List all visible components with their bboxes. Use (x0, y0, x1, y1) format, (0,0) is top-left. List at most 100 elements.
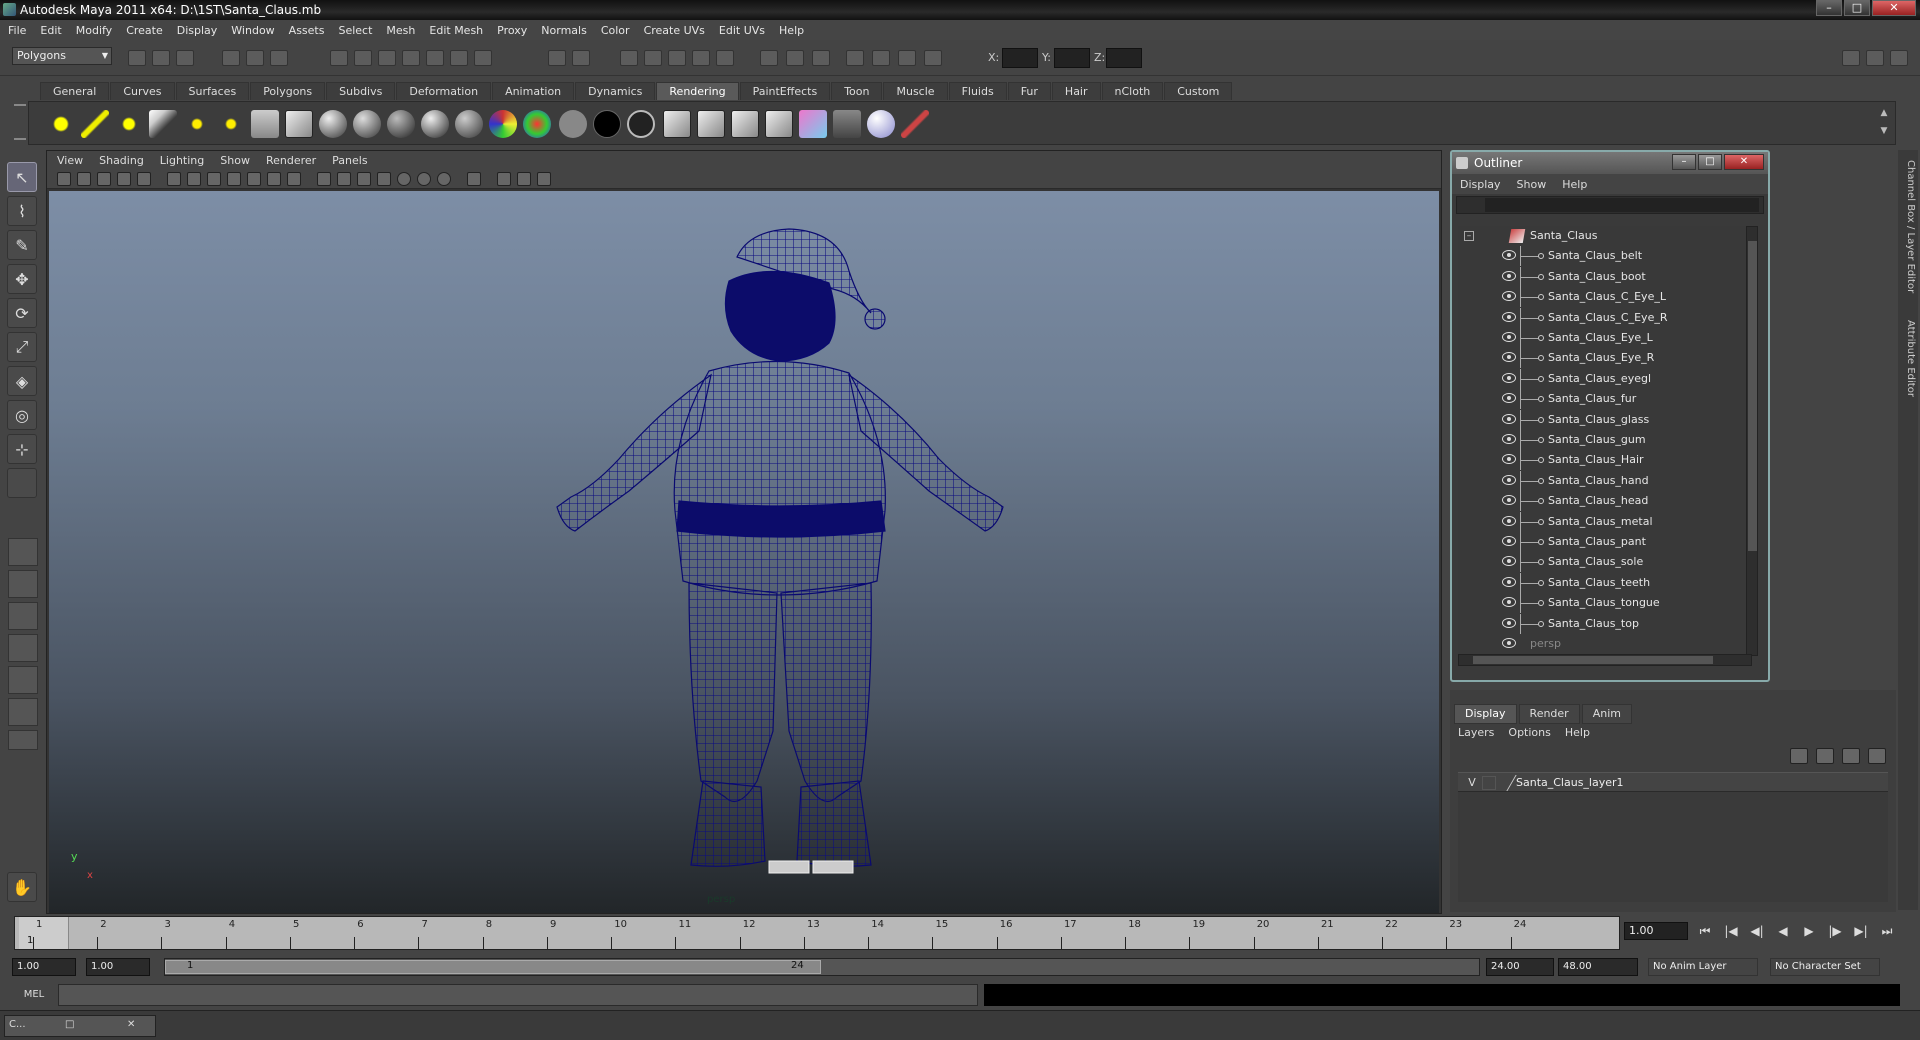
persp-outliner-layout-icon[interactable] (8, 602, 38, 630)
wireframe-on-shaded-icon[interactable] (357, 172, 371, 186)
soft-mod-icon[interactable]: ◎ (7, 400, 37, 430)
outliner-persp-layout-icon[interactable] (8, 698, 38, 726)
menu-assets[interactable]: Assets (289, 24, 325, 37)
ipr-render-icon[interactable] (572, 50, 590, 66)
outliner-item[interactable]: Santa_Claus_belt (1458, 246, 1748, 267)
layer-tab-render[interactable]: Render (1518, 704, 1580, 724)
collapse-icon[interactable]: – (1464, 231, 1474, 241)
outliner-minimize-button[interactable]: – (1672, 154, 1696, 170)
show-manipulator-icon[interactable]: ⊹ (7, 434, 37, 464)
menu-help[interactable]: Help (779, 24, 804, 37)
hud-icon[interactable] (537, 172, 551, 186)
script-language-toggle[interactable]: MEL (14, 986, 54, 1004)
shadows-icon[interactable] (417, 172, 431, 186)
panel-menu-shading[interactable]: Shading (99, 154, 144, 167)
batch-render-icon[interactable] (765, 110, 793, 138)
outliner-vertical-scrollbar[interactable] (1746, 226, 1758, 656)
layer-playback-toggle[interactable] (1482, 776, 1496, 790)
y-field[interactable] (1054, 48, 1090, 68)
shelf-tab-muscle[interactable]: Muscle (883, 82, 948, 100)
outliner-item[interactable]: Santa_Claus_C_Eye_L (1458, 287, 1748, 308)
outliner-item[interactable]: Santa_Claus_hand (1458, 470, 1748, 491)
persp-graph-layout-icon[interactable] (8, 634, 38, 662)
open-scene-icon[interactable] (152, 50, 170, 66)
snap-grid-icon[interactable] (330, 50, 348, 66)
outliner-item[interactable]: Santa_Claus_tongue (1458, 593, 1748, 614)
play-forwards-icon[interactable]: ▶ (1798, 922, 1820, 940)
snap-point-icon[interactable] (378, 50, 396, 66)
outliner-horizontal-scrollbar[interactable] (1458, 654, 1752, 666)
snap-curve-icon[interactable] (354, 50, 372, 66)
playback-start-field[interactable]: 1.00 (86, 958, 150, 976)
render-settings-icon[interactable] (620, 50, 638, 66)
mini-close-icon[interactable]: ✕ (127, 1019, 135, 1030)
rotate-tool-icon[interactable]: ⟳ (7, 298, 37, 328)
toggle-panel-icon[interactable] (760, 50, 778, 66)
camera-attributes-icon[interactable] (77, 172, 91, 186)
layer-menu-help[interactable]: Help (1565, 726, 1590, 739)
panel-menu-view[interactable]: View (57, 154, 83, 167)
wireframe-icon[interactable] (317, 172, 331, 186)
mini-restore-icon[interactable]: □ (65, 1019, 74, 1030)
outliner-item[interactable]: Santa_Claus_teeth (1458, 572, 1748, 593)
scrollbar-thumb[interactable] (1748, 241, 1757, 551)
image-plane-icon[interactable] (117, 172, 131, 186)
anim-layer-dropdown[interactable]: No Anim Layer (1648, 958, 1758, 976)
grid-toggle-icon[interactable] (167, 172, 181, 186)
attribute-editor-toggle-icon[interactable] (1842, 50, 1860, 66)
panel-menu-panels[interactable]: Panels (332, 154, 367, 167)
menu-color[interactable]: Color (601, 24, 630, 37)
area-light-icon[interactable] (183, 110, 211, 138)
single-perspective-layout-icon[interactable] (8, 538, 38, 566)
layer-row[interactable]: V Santa_Claus_layer1 (1458, 772, 1888, 792)
shelf-tab-fur[interactable]: Fur (1007, 82, 1051, 100)
shading-map-icon[interactable] (523, 110, 551, 138)
shelf-tab-deformation[interactable]: Deformation (396, 82, 492, 100)
go-to-end-icon[interactable]: ⏭ (1876, 922, 1898, 940)
phong-material-icon[interactable] (421, 110, 449, 138)
outliner-item[interactable]: Santa_Claus_top (1458, 613, 1748, 634)
scale-tool-icon[interactable]: ⤢ (7, 332, 37, 362)
render-view-shelf-icon[interactable] (833, 110, 861, 138)
playback-end-field[interactable]: 24.00 (1486, 958, 1554, 976)
outliner-item[interactable]: Santa_Claus_glass (1458, 409, 1748, 430)
maximize-button[interactable]: □ (1844, 0, 1870, 16)
outliner-item[interactable]: Santa_Claus_boot (1458, 266, 1748, 287)
menu-display[interactable]: Display (177, 24, 218, 37)
outliner-close-button[interactable]: ✕ (1724, 154, 1764, 170)
attribute-editor-tab[interactable]: Attribute Editor (1900, 320, 1916, 397)
move-tool-icon[interactable]: ✥ (7, 264, 37, 294)
range-handle[interactable] (165, 960, 821, 974)
select-hierarchy-icon[interactable] (222, 50, 240, 66)
shelf-scroll-down-icon[interactable]: ▼ (1877, 126, 1891, 138)
use-background-icon[interactable] (593, 110, 621, 138)
shelf-tab-subdivs[interactable]: Subdivs (326, 82, 396, 100)
snap-surface-icon[interactable] (426, 50, 444, 66)
outliner-menu-help[interactable]: Help (1562, 178, 1587, 191)
play-backwards-icon[interactable]: ◀ (1772, 922, 1794, 940)
outliner-item-persp[interactable]: persp (1458, 634, 1748, 654)
animation-start-field[interactable]: 1.00 (12, 958, 76, 976)
menu-set-select[interactable]: Polygons ▼ (12, 47, 112, 65)
xray-joints-icon[interactable] (517, 172, 531, 186)
anisotropic-material-icon[interactable] (319, 110, 347, 138)
scrollbar-thumb[interactable] (1473, 656, 1713, 664)
close-button[interactable]: ✕ (1872, 0, 1916, 16)
persp-hypergraph-layout-icon[interactable] (8, 666, 38, 694)
render-current-frame-icon[interactable] (663, 110, 691, 138)
menu-window[interactable]: Window (231, 24, 274, 37)
outliner-item[interactable]: Santa_Claus_head (1458, 491, 1748, 512)
point-light-icon[interactable] (115, 110, 143, 138)
range-bar[interactable]: 1 24 (164, 958, 1480, 976)
layer-tab-display[interactable]: Display (1454, 704, 1517, 724)
step-back-key-icon[interactable]: |◀ (1720, 922, 1742, 940)
animation-end-field[interactable]: 48.00 (1558, 958, 1638, 976)
go-to-start-icon[interactable]: ⏮ (1694, 922, 1716, 940)
render-settings-shelf-icon[interactable] (731, 110, 759, 138)
channel-box-tab[interactable]: Channel Box / Layer Editor (1900, 160, 1916, 293)
shelf-menu-icon[interactable] (14, 104, 26, 140)
outliner-menu-display[interactable]: Display (1460, 178, 1501, 191)
outliner-item[interactable]: Santa_Claus_Eye_L (1458, 328, 1748, 348)
ramp-shader-icon[interactable] (489, 110, 517, 138)
shelf-tab-dynamics[interactable]: Dynamics (575, 82, 656, 100)
